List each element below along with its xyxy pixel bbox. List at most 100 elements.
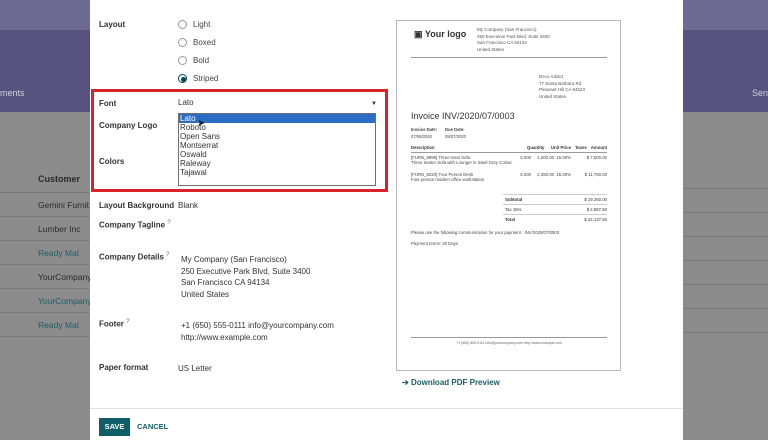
bg-table-row: YourCompany xyxy=(0,265,90,289)
preview-tax-row: Tax 15% $ 2,887.50 xyxy=(503,204,607,214)
preview-total-row: Total $ 22,137.50 xyxy=(503,214,607,224)
tax-label: Tax 15% xyxy=(505,207,522,212)
dialog-footer: SAVE CANCEL xyxy=(90,408,683,440)
font-option[interactable]: Oswald xyxy=(179,150,375,159)
preview-company-line: United States xyxy=(477,46,505,52)
company-details-line: My Company (San Francisco) xyxy=(181,255,287,264)
line-desc-sub: Four person modern office workstation xyxy=(411,177,485,182)
help-icon[interactable]: ? xyxy=(126,319,129,325)
radio-button[interactable] xyxy=(178,20,187,29)
preview-payment-note: Please use the following communication f… xyxy=(411,230,560,235)
preview-logo: ▣ Your logo xyxy=(414,29,466,40)
preview-line-row: [FURN_8220] Four Person Desk Four person … xyxy=(411,172,607,186)
bg-right-text: Sen xyxy=(752,88,768,98)
camera-icon: ▣ xyxy=(414,29,423,39)
layout-option-bold[interactable]: Bold xyxy=(178,56,209,65)
help-icon[interactable]: ? xyxy=(166,252,169,258)
tax-value: $ 2,887.50 xyxy=(586,207,607,212)
bg-right-column xyxy=(683,165,768,333)
layout-option-label: Bold xyxy=(193,56,210,65)
radio-button[interactable] xyxy=(178,38,187,47)
paper-format-label: Paper format xyxy=(99,363,149,372)
preview-line-row: [FURN_8999] Three-Seat Sofa Three Seater … xyxy=(411,155,607,169)
font-option[interactable]: Open Sans xyxy=(179,132,375,141)
col-amount: Amount xyxy=(590,145,607,150)
company-details-line: United States xyxy=(181,289,230,299)
preview-payment-terms: Payment terms: 30 Days xyxy=(411,241,459,246)
document-layout-dialog: Layout Light Boxed Bold Striped Font Lato ▼… xyxy=(90,0,683,440)
preview-table-divider xyxy=(411,152,607,153)
company-tagline-label: Company Tagline ? xyxy=(99,220,171,230)
line-description: [FURN_8999] Three-Seat Sofa Three Seater … xyxy=(411,155,512,165)
due-date-label: Due Date: xyxy=(445,127,465,132)
bg-table-row: Ready Mat xyxy=(0,241,90,265)
help-icon[interactable]: ? xyxy=(167,220,170,226)
line-taxes: 15.00% xyxy=(556,172,571,177)
layout-option-label: Striped xyxy=(193,74,219,83)
layout-option-light[interactable]: Light xyxy=(178,20,210,29)
bg-table-header: Customer xyxy=(0,165,90,193)
line-desc-sub: Three Seater Sofa with Lounger in Steel … xyxy=(411,160,512,165)
layout-label: Layout xyxy=(99,20,126,29)
company-details-line: San Francisco CA 94134 xyxy=(181,278,270,287)
subtotal-value: $ 19,250.00 xyxy=(584,197,607,202)
footer-label: Footer ? xyxy=(99,319,129,329)
line-amount: $ 11,750.00 xyxy=(584,172,607,177)
bg-table-row: YourCompany xyxy=(0,289,90,313)
total-label: Total xyxy=(505,217,515,222)
subtotal-label: Subtotal xyxy=(505,197,523,202)
font-label: Font xyxy=(99,99,117,108)
invoice-preview: ▣ Your logo My Company (San Francisco) 2… xyxy=(396,20,621,371)
preview-header-divider xyxy=(411,57,607,58)
preview-customer-address: Deco Addict 77 Santa Barbara Rd Pleasant… xyxy=(539,74,585,100)
arrow-right-icon: ➔ xyxy=(402,378,409,387)
total-value: $ 22,137.50 xyxy=(584,217,607,222)
paper-format-value[interactable]: US Letter xyxy=(178,364,212,373)
mouse-cursor-icon: ➤ xyxy=(197,118,206,129)
layout-option-boxed[interactable]: Boxed xyxy=(178,38,216,47)
download-pdf-preview-link[interactable]: ➔ Download PDF Preview xyxy=(402,378,500,387)
layout-background-label: Layout Background xyxy=(99,201,175,210)
layout-option-striped[interactable]: Striped xyxy=(178,74,218,83)
line-qty: 5.000 xyxy=(520,172,531,177)
font-option[interactable]: Montserrat xyxy=(179,141,375,150)
save-button[interactable]: SAVE xyxy=(99,418,130,436)
font-dropdown-list[interactable]: Lato Roboto Open Sans Montserrat Oswald Ralew… xyxy=(178,113,376,186)
line-amount: $ 7,500.00 xyxy=(586,155,607,160)
preview-subtotal-row: Subtotal $ 19,250.00 xyxy=(503,194,607,204)
col-quantity: Quantity xyxy=(527,145,545,150)
chevron-down-icon[interactable]: ▼ xyxy=(371,101,377,107)
line-taxes: 15.00% xyxy=(556,155,571,160)
radio-button[interactable] xyxy=(178,56,187,65)
line-price: 2,350.00 xyxy=(537,172,554,177)
preview-company-address: My Company (San Francisco) 250 Executive… xyxy=(477,27,550,53)
font-option[interactable]: Lato xyxy=(179,114,375,123)
font-option[interactable]: Roboto xyxy=(179,123,375,132)
footer-line: +1 (650) 555-0111 info@yourcompany.com xyxy=(181,321,334,330)
footer-field[interactable]: +1 (650) 555-0111 info@yourcompany.com h… xyxy=(181,320,334,343)
bg-table-row: Ready Mat xyxy=(0,313,90,337)
bg-table-row: Gemini Furnit xyxy=(0,193,90,217)
layout-background-value[interactable]: Blank xyxy=(178,201,198,210)
layout-option-label: Boxed xyxy=(193,38,216,47)
preview-invoice-dates: Invoice Date: Due Date: 07/08/2020 08/07/2… xyxy=(411,127,466,139)
col-taxes: Taxes xyxy=(575,145,587,150)
cancel-button[interactable]: CANCEL xyxy=(137,418,168,436)
due-date-value: 08/07/2020 xyxy=(445,134,466,139)
footer-label-text: Footer xyxy=(99,319,124,329)
preview-logo-text: Your logo xyxy=(424,29,467,39)
font-option[interactable]: Raleway xyxy=(179,159,375,168)
font-option[interactable]: Tajawal xyxy=(179,168,375,177)
invoice-date-value: 07/08/2020 xyxy=(411,134,432,139)
radio-button[interactable] xyxy=(178,74,187,83)
company-tagline-text: Company Tagline xyxy=(99,220,166,230)
col-unit-price: Unit Price xyxy=(551,145,572,150)
preview-customer-line: United States xyxy=(539,93,567,99)
preview-customer-line: Pleasant Hill CA 94523 xyxy=(539,87,586,92)
font-select[interactable]: Lato ▼ xyxy=(178,98,379,112)
line-description: [FURN_8220] Four Person Desk Four person … xyxy=(411,172,484,182)
line-price: 1,500.00 xyxy=(537,155,554,160)
bg-table-row: Lumber Inc xyxy=(0,217,90,241)
company-details-text: Company Details xyxy=(99,252,164,262)
company-details-field[interactable]: My Company (San Francisco) 250 Executive… xyxy=(181,254,310,300)
